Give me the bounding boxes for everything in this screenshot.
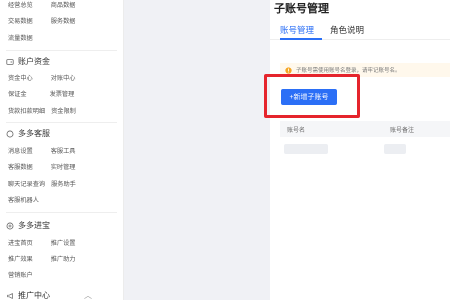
sidebar-section-label: 推广中心 (18, 291, 50, 300)
tab-role-description[interactable]: 角色说明 (330, 24, 364, 36)
sidebar-row: 聊天记录查询 服务助手 (8, 179, 76, 188)
sidebar-section-label: 账户资金 (18, 57, 50, 66)
tab-account-management[interactable]: 账号管理 (280, 24, 314, 36)
sidebar-item-cs-data[interactable]: 客服数据 (8, 162, 33, 171)
sidebar-item-realtime[interactable]: 实时管理 (51, 162, 76, 171)
sidebar-row: 货款扣款明细 资金限制 (8, 106, 76, 115)
sidebar-row: 进宝首页 推广设置 (8, 238, 76, 247)
sidebar-item-service-data[interactable]: 服务数据 (51, 16, 76, 25)
sidebar-section-service[interactable]: 多多客服 (6, 128, 50, 139)
sidebar-item-reconcile[interactable]: 对账中心 (51, 73, 76, 82)
notice-text: 子账号需使用账号名登录，请牢记账号名。 (296, 68, 401, 74)
sidebar-item-invoice[interactable]: 发票管理 (50, 89, 75, 98)
table-row[interactable] (284, 144, 328, 154)
sidebar-row: 消息设置 客服工具 (8, 146, 76, 155)
sidebar-section-label: 多多进宝 (18, 221, 50, 230)
sidebar-item-deposit[interactable]: 保证金 (8, 89, 27, 98)
sidebar-section-ad[interactable]: 推广中心 ︿ (6, 290, 92, 300)
sidebar-item-chatbot[interactable]: 客服机器人 (8, 195, 39, 204)
sidebar-item-deduction[interactable]: 货款扣款明细 (8, 106, 45, 115)
sidebar-row: 保证金 发票管理 (8, 89, 74, 98)
gift-icon (6, 222, 14, 229)
sidebar-item-overview[interactable]: 经营总览 (8, 0, 33, 9)
sidebar-divider (6, 50, 117, 51)
sidebar-section-account[interactable]: 账户资金 (6, 56, 50, 67)
sidebar-row: 流量数据 (8, 33, 33, 42)
sidebar-item-msg-settings[interactable]: 消息设置 (8, 146, 33, 155)
sidebar-item-trade-data[interactable]: 交易数据 (8, 16, 33, 25)
sidebar-item-marketing-account[interactable]: 营销账户 (8, 270, 33, 279)
sidebar-item-traffic-data[interactable]: 流量数据 (8, 33, 33, 42)
page-title: 子账号管理 (274, 3, 329, 15)
sidebar-row: 交易数据 服务数据 (8, 16, 76, 25)
sidebar-item-promo-boost[interactable]: 推广助力 (51, 254, 76, 263)
column-header-account-note: 账号备注 (390, 128, 415, 134)
megaphone-icon (7, 292, 13, 299)
sidebar-item-chat-history[interactable]: 聊天记录查询 (8, 179, 45, 188)
content-background (124, 0, 270, 300)
sidebar-item-promo-settings[interactable]: 推广设置 (51, 238, 76, 247)
sidebar-item-goods-data[interactable]: 商品数据 (51, 0, 76, 9)
active-tab-indicator (280, 38, 322, 40)
sidebar-item-cs-tools[interactable]: 客服工具 (51, 146, 76, 155)
sidebar-item-assistant[interactable]: 服务助手 (51, 179, 76, 188)
sidebar-row: 资金中心 对账中心 (8, 73, 76, 82)
sidebar-divider (6, 122, 117, 123)
sidebar-item-fund-limit[interactable]: 资金限制 (51, 106, 76, 115)
table-cell (384, 144, 406, 154)
sidebar-item-promo-effect[interactable]: 推广效果 (8, 254, 33, 263)
sidebar-section-label: 多多客服 (18, 129, 50, 138)
column-header-account-name: 账号名 (287, 128, 306, 134)
sidebar-row: 营销账户 (8, 270, 33, 279)
sidebar-row: 推广效果 推广助力 (8, 254, 76, 263)
wallet-icon (6, 58, 14, 65)
sidebar-row: 客服机器人 (8, 195, 39, 204)
add-sub-account-button[interactable]: +新增子账号 (281, 89, 337, 105)
sidebar-item-promo-home[interactable]: 进宝首页 (8, 238, 33, 247)
sidebar-item-fund-center[interactable]: 资金中心 (8, 73, 33, 82)
sidebar-row: 客服数据 实时管理 (8, 162, 76, 171)
sidebar-section-promo[interactable]: 多多进宝 (6, 220, 50, 231)
table-header: 账号名 账号备注 (280, 121, 450, 137)
sidebar-row: 经营总览 商品数据 (8, 0, 76, 9)
sidebar: 经营总览 商品数据 交易数据 服务数据 流量数据 账户资金 资金中心 对账中心 … (0, 0, 124, 300)
headset-icon (6, 130, 14, 137)
tab-bar: 账号管理 角色说明 (270, 22, 450, 40)
chevron-up-icon[interactable]: ︿ (84, 290, 92, 300)
warning-icon (285, 66, 292, 74)
sidebar-divider (6, 212, 117, 213)
